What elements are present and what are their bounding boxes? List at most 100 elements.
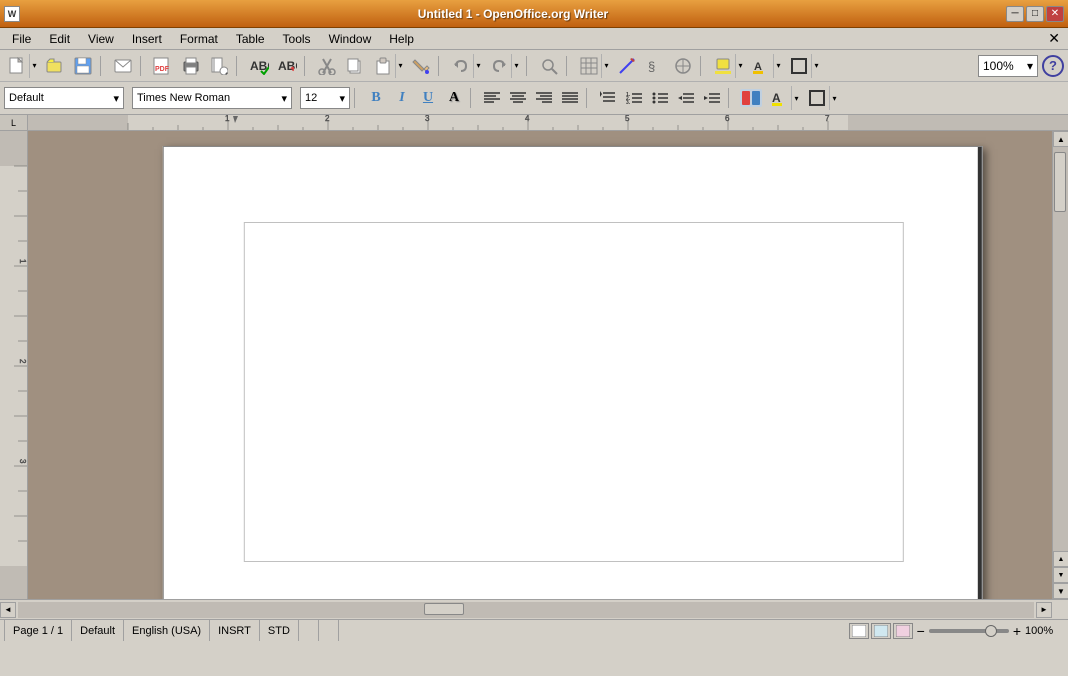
scroll-up-button[interactable]: ▲ xyxy=(1053,131,1068,147)
scroll-thumb-v[interactable] xyxy=(1054,152,1066,212)
bold-button[interactable]: B xyxy=(364,86,388,110)
minimize-button[interactable]: ─ xyxy=(1006,6,1024,22)
menu-help[interactable]: Help xyxy=(381,30,422,48)
new-arrow-icon: ▾ xyxy=(29,54,39,78)
scroll-down-small1[interactable]: ▲ xyxy=(1053,551,1068,567)
svg-text:ABC: ABC xyxy=(278,59,297,73)
bullets-button[interactable] xyxy=(648,86,672,110)
insert-mode[interactable]: INSRT xyxy=(210,620,260,641)
undo-button[interactable]: ▾ xyxy=(448,53,484,79)
justify-button[interactable] xyxy=(558,86,582,110)
font-name-select[interactable]: Times New Roman ▾ xyxy=(132,87,292,109)
zoom-select[interactable]: 100% ▾ xyxy=(978,55,1038,77)
styles-button[interactable] xyxy=(738,86,764,110)
svg-text:1: 1 xyxy=(18,259,27,264)
svg-text:3: 3 xyxy=(18,459,27,464)
new-button[interactable]: ▾ xyxy=(4,53,40,79)
border-button[interactable]: ▾ xyxy=(804,85,840,111)
pdf-button[interactable]: PDF xyxy=(150,54,176,78)
vertical-scrollbar[interactable]: ▲ ▲ ▼ ▼ xyxy=(1052,131,1068,599)
sep6 xyxy=(526,56,532,76)
scroll-corner xyxy=(1052,602,1068,618)
document-page[interactable] xyxy=(163,146,983,599)
scroll-track-v[interactable] xyxy=(1053,147,1068,551)
menu-view[interactable]: View xyxy=(80,30,122,48)
zoom-value: 100% xyxy=(983,59,1014,73)
scroll-thumb-h[interactable] xyxy=(424,603,464,615)
align-right-button[interactable] xyxy=(532,86,556,110)
horizontal-scrollbar[interactable] xyxy=(18,602,1034,618)
highlight-button[interactable]: ▾ xyxy=(710,53,746,79)
view-icons xyxy=(849,623,913,639)
email-button[interactable] xyxy=(110,54,136,78)
find-button[interactable] xyxy=(536,54,562,78)
presentation-view-btn[interactable] xyxy=(893,623,913,639)
selection-mode[interactable]: STD xyxy=(260,620,299,641)
menu-file[interactable]: File xyxy=(4,30,39,48)
scroll-left-button[interactable]: ◄ xyxy=(0,602,16,618)
toolbar-area: ▾ PDF ABC A B xyxy=(0,50,1068,115)
border-style-icon xyxy=(787,54,811,78)
clone-formatting-button[interactable] xyxy=(408,54,434,78)
line-spacing-button[interactable] xyxy=(596,86,620,110)
zoom-in-button[interactable]: + xyxy=(1013,623,1021,639)
copy-button[interactable] xyxy=(342,54,368,78)
scroll-down-button[interactable]: ▼ xyxy=(1053,583,1068,599)
menu-format[interactable]: Format xyxy=(172,30,226,48)
title-text: Untitled 1 - OpenOffice.org Writer xyxy=(20,7,1006,21)
help-button[interactable]: ? xyxy=(1042,55,1064,77)
paragraph-style-select[interactable]: Default ▾ xyxy=(4,87,124,109)
document-area[interactable] xyxy=(28,131,1052,599)
align-left-button[interactable] xyxy=(480,86,504,110)
insert-table-button[interactable]: ▾ xyxy=(576,53,612,79)
normal-view-btn[interactable] xyxy=(849,623,869,639)
shadow-button[interactable]: A xyxy=(442,86,466,110)
font-size-select[interactable]: 12 ▾ xyxy=(300,87,350,109)
fields-button[interactable]: § xyxy=(642,54,668,78)
italic-button[interactable]: I xyxy=(390,86,414,110)
table-icon xyxy=(577,54,601,78)
menu-edit[interactable]: Edit xyxy=(41,30,78,48)
save-button[interactable] xyxy=(70,54,96,78)
open-button[interactable] xyxy=(42,54,68,78)
navigator-button[interactable] xyxy=(670,54,696,78)
numbering-button[interactable]: 1.2.3. xyxy=(622,86,646,110)
font-color-arrow-icon: ▾ xyxy=(791,86,801,110)
font-color-icon: A xyxy=(767,86,791,110)
zoom-control: 100% ▾ ? xyxy=(978,55,1064,77)
align-center-button[interactable] xyxy=(506,86,530,110)
menu-table[interactable]: Table xyxy=(228,30,273,48)
zoom-out-button[interactable]: − xyxy=(917,623,925,639)
svg-text:4: 4 xyxy=(525,115,530,123)
scroll-down-small2[interactable]: ▼ xyxy=(1053,567,1068,583)
sep11 xyxy=(586,88,592,108)
web-view-btn[interactable] xyxy=(871,623,891,639)
border-style-button[interactable]: ▾ xyxy=(786,53,822,79)
maximize-button[interactable]: □ xyxy=(1026,6,1044,22)
indent-less-button[interactable] xyxy=(674,86,698,110)
indent-more-button[interactable] xyxy=(700,86,724,110)
zoom-slider[interactable] xyxy=(929,629,1009,633)
toolbar-close[interactable]: ✕ xyxy=(1048,30,1064,47)
cut-button[interactable] xyxy=(314,54,340,78)
menu-window[interactable]: Window xyxy=(321,30,380,48)
ruler-corner[interactable]: L xyxy=(0,115,28,131)
underline-button[interactable]: U xyxy=(416,86,440,110)
paste-button[interactable]: ▾ xyxy=(370,53,406,79)
menu-insert[interactable]: Insert xyxy=(124,30,170,48)
print-button[interactable] xyxy=(178,54,204,78)
font-color-button[interactable]: A ▾ xyxy=(766,85,802,111)
char-highlight-button[interactable]: A ▾ xyxy=(748,53,784,79)
zoom-thumb[interactable] xyxy=(985,625,997,637)
horizontal-scrollbar-area: ◄ ► xyxy=(0,599,1068,619)
redo-button[interactable]: ▾ xyxy=(486,53,522,79)
text-frame[interactable] xyxy=(244,222,904,562)
spellcheck-button[interactable]: ABC xyxy=(246,54,272,78)
scroll-right-button[interactable]: ► xyxy=(1036,602,1052,618)
show-draw-button[interactable] xyxy=(614,54,640,78)
font-name-value: Times New Roman xyxy=(137,92,230,104)
menu-tools[interactable]: Tools xyxy=(275,30,319,48)
preview-button[interactable] xyxy=(206,54,232,78)
autocorrect-button[interactable]: ABC xyxy=(274,54,300,78)
close-button[interactable]: ✕ xyxy=(1046,6,1064,22)
